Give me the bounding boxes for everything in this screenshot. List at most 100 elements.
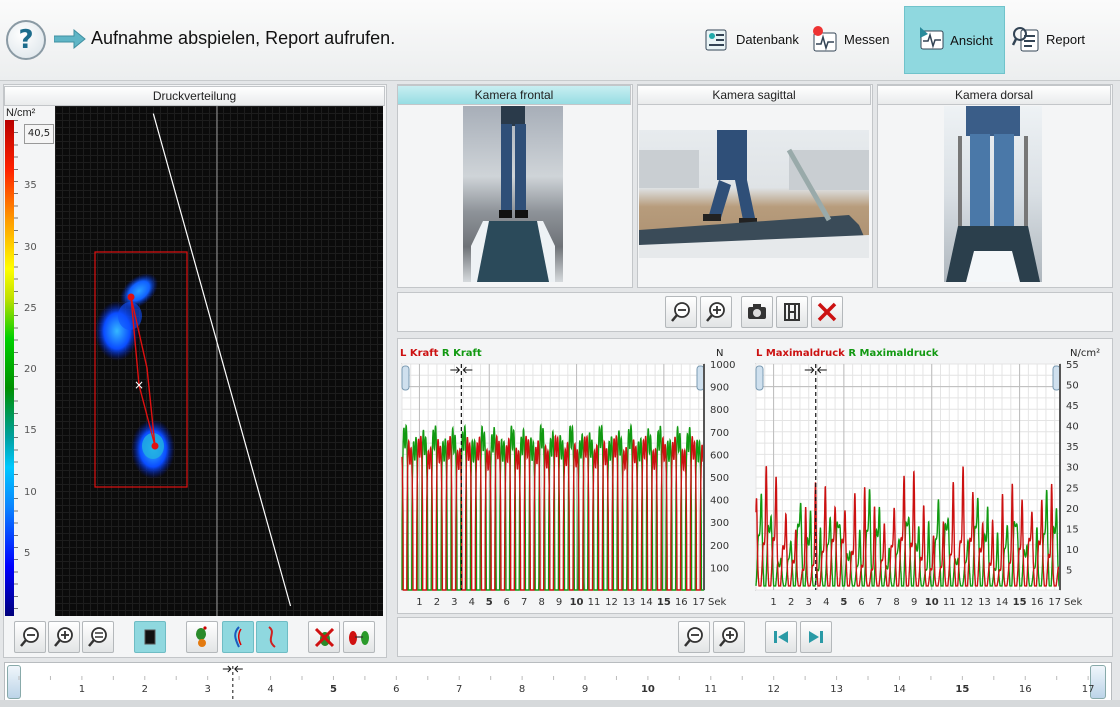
timeline-label: 15 [955, 684, 969, 695]
legend-right-force: R Kraft [441, 348, 482, 359]
close-icon [817, 302, 837, 322]
footprint-view-button[interactable] [186, 621, 218, 653]
y-tick-label: 600 [710, 450, 729, 461]
x-tick-label: 10 [570, 597, 584, 608]
x-tick-label: 10 [925, 597, 939, 608]
view-icon [920, 27, 944, 50]
camera-frontal-title[interactable]: Kamera frontal [397, 85, 631, 105]
step-back-button[interactable] [765, 621, 797, 653]
pressure-map: × [55, 106, 383, 616]
scale-label: 30 [24, 241, 37, 253]
force-chart[interactable]: 10020030040050060070080090010001 2 3 4 5 6 7 8 9… [398, 360, 740, 612]
pressure-chart-unit: N/cm² [1070, 348, 1101, 359]
step-forward-button[interactable] [800, 621, 832, 653]
measure-icon [813, 26, 837, 52]
zoom-in-icon [54, 627, 73, 647]
x-tick-label: 15 [1013, 597, 1027, 608]
chart-zoom-out-button[interactable] [678, 621, 710, 653]
timeline-label: 10 [641, 684, 655, 695]
zoom-out-icon [671, 302, 690, 322]
y-tick-label: 400 [710, 496, 729, 507]
y-tick-label: 5 [1066, 565, 1072, 576]
arrow-right-icon [54, 29, 86, 49]
x-tick-label: 4 [823, 597, 829, 608]
timeline-label: 2 [142, 684, 148, 695]
black-square-icon [144, 629, 156, 645]
zoom-in-button[interactable] [48, 621, 80, 653]
frame-marker-button[interactable] [776, 296, 808, 328]
snapshot-button[interactable] [741, 296, 773, 328]
y-tick-label: 1000 [710, 360, 735, 371]
nav-messen-button[interactable]: Messen [810, 6, 898, 72]
pressure-legend: L Maximaldruck R Maximaldruck [756, 348, 938, 359]
zoom-out-icon [20, 627, 39, 647]
y-tick-label: 50 [1066, 381, 1079, 392]
nav-ansicht-button[interactable]: Ansicht [904, 6, 1005, 74]
x-tick-label: 1 [416, 597, 422, 608]
force-unit: N [716, 348, 724, 359]
x-tick-label: 9 [911, 597, 917, 608]
scale-label: 25 [24, 302, 37, 314]
swap-feet-icon [349, 631, 369, 645]
x-tick-label: 14 [640, 597, 653, 608]
timeline-label: 6 [393, 684, 399, 695]
gait-line-icon [234, 626, 242, 648]
nav-report-button[interactable]: Report [1012, 6, 1112, 72]
range-end-handle [1052, 365, 1061, 391]
y-tick-label: 900 [710, 383, 729, 394]
swap-feet-button[interactable] [343, 621, 375, 653]
person-sagittal-silhouette [639, 130, 869, 258]
timeline-axis: 1 2 3 4 5 6 7 8 9 10 11 12 13 14 15 16 17 [18, 665, 1095, 700]
zoom-in-icon [719, 627, 738, 647]
camera-zoom-in-button[interactable] [700, 296, 732, 328]
y-tick-label: 55 [1066, 360, 1079, 371]
nav-datenbank-button[interactable]: Datenbank [702, 6, 802, 72]
y-tick-label: 800 [710, 405, 729, 416]
zoom-out-icon [684, 627, 703, 647]
zoom-fit-button[interactable] [82, 621, 114, 653]
timeline-label: 8 [519, 684, 525, 695]
y-tick-label: 500 [710, 473, 729, 484]
x-tick-label: 8 [538, 597, 544, 608]
x-tick-label: 17 [692, 597, 705, 608]
cop-line-toggle[interactable] [256, 621, 288, 653]
timeline-label: 5 [330, 684, 337, 695]
chart-zoom-in-button[interactable] [713, 621, 745, 653]
timeline-label: 9 [582, 684, 588, 695]
camera-sagittal-video [639, 130, 869, 258]
camera-frontal-video [463, 106, 563, 282]
x-tick-label: 1 [770, 597, 776, 608]
x-tick-label: 8 [893, 597, 899, 608]
black-background-toggle[interactable] [134, 621, 166, 653]
range-end-handle [696, 365, 705, 391]
step-back-icon [774, 631, 788, 643]
x-tick-label: 2 [788, 597, 794, 608]
nav-label: Report [1046, 31, 1086, 47]
footprint-icon [196, 626, 207, 647]
help-icon[interactable]: ? [6, 20, 46, 60]
database-icon [705, 29, 727, 51]
y-tick-label: 300 [710, 518, 729, 529]
camera-zoom-out-button[interactable] [665, 296, 697, 328]
delete-video-button[interactable] [811, 296, 843, 328]
color-scale-ticks [14, 120, 18, 616]
camera-sagittal-title[interactable]: Kamera sagittal [637, 85, 871, 105]
y-tick-label: 10 [1066, 545, 1079, 556]
camera-dorsal-title[interactable]: Kamera dorsal [877, 85, 1111, 105]
y-tick-label: 700 [710, 428, 729, 439]
x-tick-label: 5 [486, 597, 493, 608]
x-tick-label: 11 [588, 597, 601, 608]
zoom-out-button[interactable] [14, 621, 46, 653]
max-pressure-chart[interactable]: 5101520253035404550551 2 3 4 5 6 7 8 9 10 11 12 13 14… [752, 360, 1110, 612]
scale-label: 10 [24, 486, 37, 498]
delete-marks-button[interactable] [308, 621, 340, 653]
instruction-text: Aufnahme abspielen, Report aufrufen. [91, 28, 396, 48]
range-start-handle [755, 365, 764, 391]
color-scale-bar [5, 120, 14, 616]
x-axis-unit: Sek [1064, 597, 1083, 608]
pressure-overlay: × [94, 106, 292, 616]
camera-dorsal-video [944, 106, 1042, 282]
x-tick-label: 12 [605, 597, 618, 608]
gait-line-toggle[interactable] [222, 621, 254, 653]
y-tick-label: 100 [710, 563, 729, 574]
